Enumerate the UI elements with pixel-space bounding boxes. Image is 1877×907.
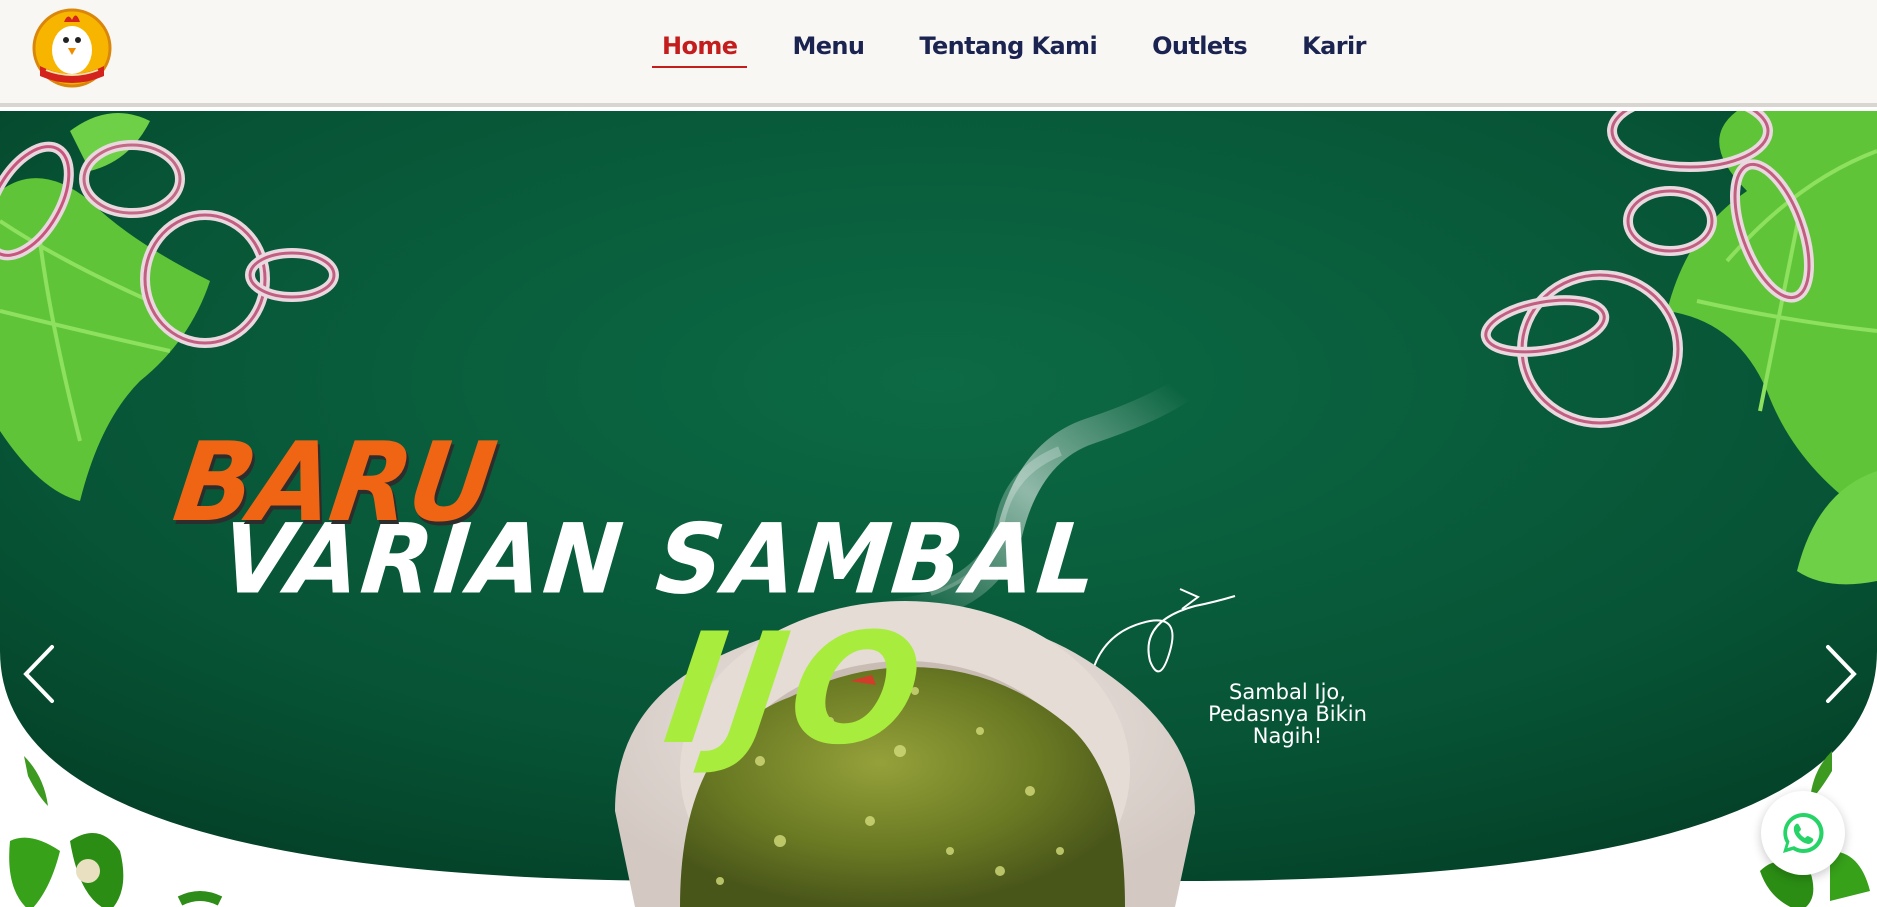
brand-logo[interactable] <box>30 6 114 88</box>
chicken-logo-icon <box>32 8 112 88</box>
whatsapp-button[interactable] <box>1761 791 1845 875</box>
nav-menu[interactable]: Menu <box>782 32 874 68</box>
chevron-right-icon <box>1826 645 1857 703</box>
hero-banner: BARU VARIAN SAMBAL IJO Sambal Ijo, Pedas… <box>0 111 1877 907</box>
nav-tentang-kami[interactable]: Tentang Kami <box>909 32 1107 68</box>
nav-home[interactable]: Home <box>652 32 748 68</box>
hero-title-highlight: IJO <box>655 601 938 779</box>
hero-tagline: Sambal Ijo, Pedasnya Bikin Nagih! <box>1208 680 1367 748</box>
whatsapp-icon <box>1783 812 1824 853</box>
nav-outlets[interactable]: Outlets <box>1142 32 1257 68</box>
nav-karir[interactable]: Karir <box>1292 32 1376 68</box>
site-header: Home Menu Tentang Kami Outlets Karir <box>0 0 1877 107</box>
carousel-prev-button[interactable] <box>20 643 60 705</box>
hero-badge-baru: BARU <box>166 417 502 547</box>
main-nav: Home Menu Tentang Kami Outlets Karir <box>652 32 1411 68</box>
chevron-left-icon <box>23 645 54 703</box>
carousel-next-button[interactable] <box>1820 643 1860 705</box>
